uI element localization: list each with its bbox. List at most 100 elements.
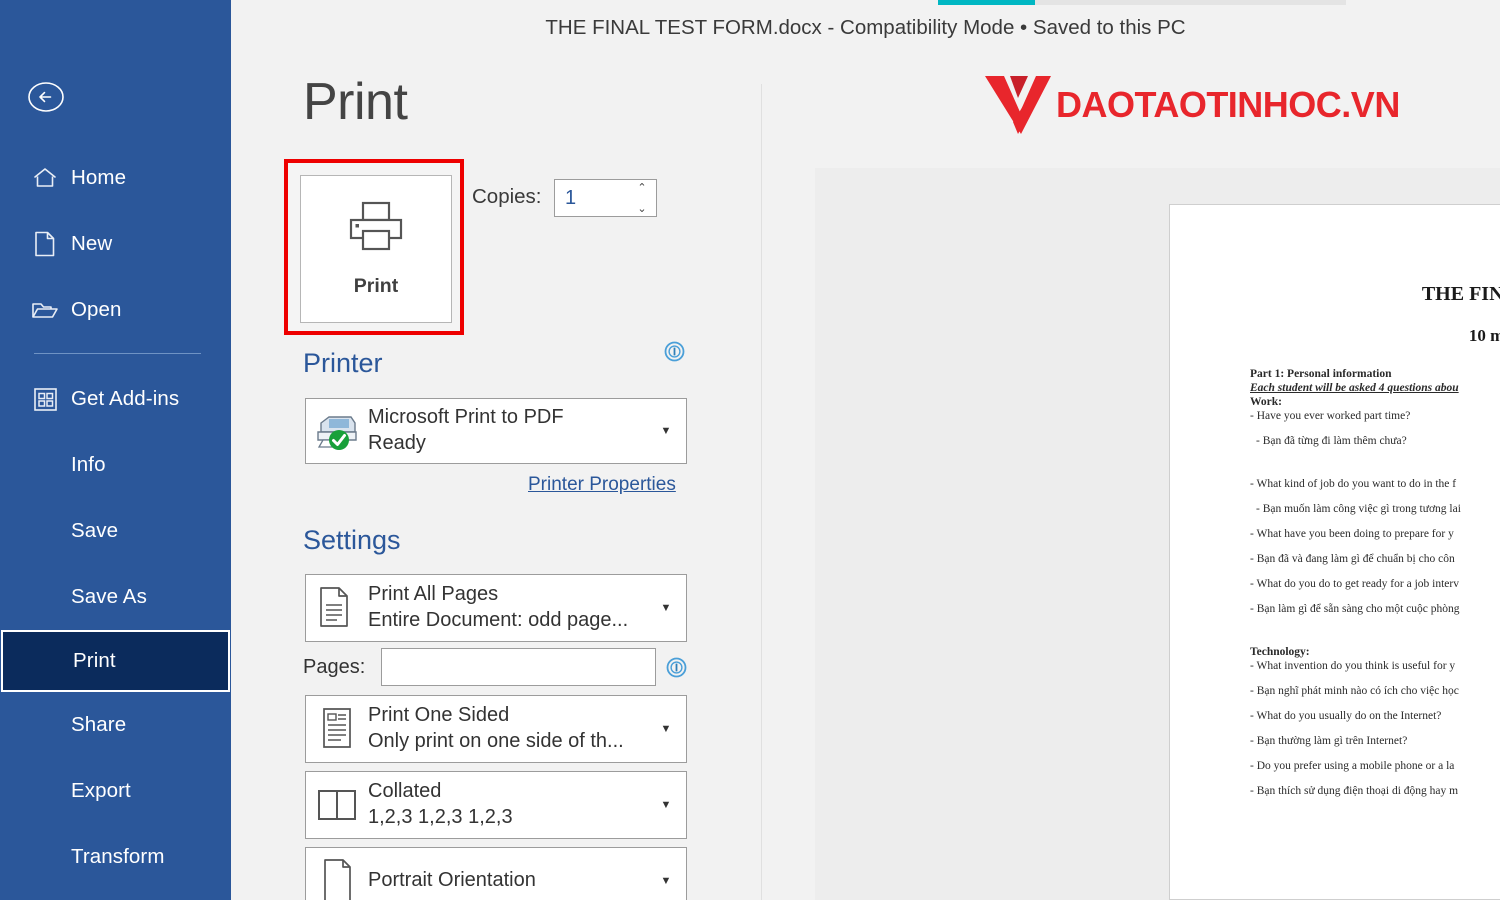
brand-text: DAOTAOTINHOC.VN xyxy=(1056,84,1400,125)
sidebar-item-save[interactable]: Save xyxy=(0,498,231,564)
chevron-down-icon[interactable]: ▼ xyxy=(646,875,686,887)
print-sides-sub: Only print on one side of th... xyxy=(368,730,624,752)
print-range-main: Print All Pages xyxy=(368,583,499,606)
copies-input[interactable] xyxy=(555,181,625,215)
copies-stepper[interactable]: ⌃ ⌄ xyxy=(554,179,657,217)
folder-icon xyxy=(30,295,60,325)
grid-icon xyxy=(30,384,60,414)
pages-label: Pages: xyxy=(303,656,366,678)
sidebar-item-get-add-ins[interactable]: Get Add-ins xyxy=(0,366,231,432)
doc-line: Technology: xyxy=(1250,646,1310,658)
print-sides-main: Print One Sided xyxy=(368,704,510,727)
sidebar: Home New Open Get Add-ins Info Save Save… xyxy=(0,0,231,900)
doc-heading-title: THE FINAL T xyxy=(1421,283,1500,305)
all-pages-icon xyxy=(306,585,368,631)
page-icon xyxy=(30,229,60,259)
doc-line: - Bạn thường làm gì trên Internet? xyxy=(1250,735,1408,747)
printer-name: Microsoft Print to PDF xyxy=(368,406,564,429)
orientation-select[interactable]: Portrait Orientation ▼ xyxy=(305,847,687,900)
brand-v-mark xyxy=(985,76,1051,134)
print-settings-panel: Print Print Copies: ⌃ ⌄ xyxy=(231,0,762,900)
orientation-text: Portrait Orientation xyxy=(368,868,646,894)
collation-sub: 1,2,3 1,2,3 1,2,3 xyxy=(368,806,513,828)
page-title: Print xyxy=(303,73,408,131)
print-button[interactable]: Print xyxy=(300,175,452,323)
print-range-sub: Entire Document: odd page... xyxy=(368,609,629,631)
printer-section-heading: Printer xyxy=(303,348,383,378)
portrait-icon xyxy=(306,857,368,900)
doc-line: Part 1: Personal information xyxy=(1250,368,1392,380)
sidebar-item-transform[interactable]: Transform xyxy=(0,824,231,890)
home-icon xyxy=(30,163,60,193)
sidebar-nav: Home New Open Get Add-ins Info Save Save… xyxy=(0,145,231,890)
brand-logo: DAOTAOTINHOC.VN xyxy=(982,72,1400,138)
print-button-label: Print xyxy=(353,275,399,297)
printer-info-icon[interactable] xyxy=(664,341,685,362)
doc-line: - Bạn muốn làm công việc gì trong tương … xyxy=(1256,503,1461,515)
document-preview-content: THE FINAL T 10 minute Part 1: Personal i… xyxy=(1170,205,1500,810)
sidebar-item-label: Share xyxy=(71,713,127,736)
doc-line: - Bạn đã và đang làm gì để chuẩn bị cho … xyxy=(1250,553,1455,565)
spinner-up-icon[interactable]: ⌃ xyxy=(635,183,649,194)
spinner-down-icon[interactable]: ⌄ xyxy=(635,204,649,215)
sidebar-item-label: Transform xyxy=(71,845,165,868)
sidebar-item-label: Print xyxy=(73,649,116,672)
doc-line: Each student will be asked 4 questions a… xyxy=(1250,382,1459,394)
back-arrow-icon[interactable] xyxy=(27,78,65,116)
chevron-down-icon[interactable]: ▼ xyxy=(646,723,686,735)
doc-line: - What kind of job do you want to do in … xyxy=(1250,478,1457,490)
sidebar-item-new[interactable]: New xyxy=(0,211,231,277)
chevron-down-icon[interactable]: ▼ xyxy=(646,425,686,437)
pages-input[interactable] xyxy=(381,648,656,686)
sidebar-item-label: Home xyxy=(71,166,127,189)
printer-status: Ready xyxy=(368,432,426,454)
sidebar-item-info[interactable]: Info xyxy=(0,432,231,498)
collation-main: Collated xyxy=(368,780,442,803)
settings-section-heading: Settings xyxy=(303,525,401,555)
collation-select[interactable]: Collated 1,2,3 1,2,3 1,2,3 ▼ xyxy=(305,771,687,839)
panel-divider xyxy=(761,84,762,900)
collation-text: Collated 1,2,3 1,2,3 1,2,3 xyxy=(368,779,646,830)
print-range-text: Print All Pages Entire Document: odd pag… xyxy=(368,582,646,633)
sidebar-item-open[interactable]: Open xyxy=(0,277,231,343)
sidebar-item-home[interactable]: Home xyxy=(0,145,231,211)
doc-line: - Have you ever worked part time? xyxy=(1250,410,1411,422)
save-progress-track xyxy=(938,0,1346,5)
sidebar-item-label: Get Add-ins xyxy=(71,387,180,410)
chevron-down-icon[interactable]: ▼ xyxy=(646,602,686,614)
doc-line: - What do you do to get ready for a job … xyxy=(1250,578,1459,590)
copies-spinner-arrows[interactable]: ⌃ ⌄ xyxy=(635,183,649,215)
sidebar-item-label: Info xyxy=(71,453,106,476)
printer-status-icon xyxy=(306,411,368,451)
sidebar-item-label: Save As xyxy=(71,585,147,608)
print-range-select[interactable]: Print All Pages Entire Document: odd pag… xyxy=(305,574,687,642)
doc-spacer xyxy=(1250,460,1500,478)
one-sided-icon xyxy=(306,706,368,752)
doc-line: Work: xyxy=(1250,396,1282,408)
chevron-down-icon[interactable]: ▼ xyxy=(646,799,686,811)
document-preview-page[interactable]: THE FINAL T 10 minute Part 1: Personal i… xyxy=(1169,204,1500,900)
pages-info-icon[interactable] xyxy=(666,657,687,678)
printer-properties-link[interactable]: Printer Properties xyxy=(528,474,676,496)
doc-line: - Bạn đã từng đi làm thêm chưa? xyxy=(1256,435,1407,447)
sidebar-item-label: Export xyxy=(71,779,131,802)
orientation-main: Portrait Orientation xyxy=(368,869,536,892)
doc-line: - Bạn làm gì để sẵn sàng cho một cuộc ph… xyxy=(1250,603,1460,615)
sidebar-item-label: Open xyxy=(71,298,122,321)
doc-heading-subtitle: 10 minute xyxy=(1468,326,1500,345)
doc-line: - What invention do you think is useful … xyxy=(1250,660,1456,672)
printer-select[interactable]: Microsoft Print to PDF Ready ▼ xyxy=(305,398,687,464)
sidebar-item-print[interactable]: Print xyxy=(1,630,230,692)
doc-line: - What do you usually do on the Internet… xyxy=(1250,710,1442,722)
doc-line: - Bạn thích sử dụng điện thoại di động h… xyxy=(1250,785,1459,797)
save-progress-fill xyxy=(938,0,1035,5)
print-sides-select[interactable]: Print One Sided Only print on one side o… xyxy=(305,695,687,763)
sidebar-item-share[interactable]: Share xyxy=(0,692,231,758)
copies-label: Copies: xyxy=(472,185,542,208)
doc-line: - What have you been doing to prepare fo… xyxy=(1250,528,1454,540)
printer-icon xyxy=(345,200,407,257)
print-sides-text: Print One Sided Only print on one side o… xyxy=(368,703,646,754)
doc-line: - Do you prefer using a mobile phone or … xyxy=(1250,760,1455,772)
sidebar-item-export[interactable]: Export xyxy=(0,758,231,824)
sidebar-item-save-as[interactable]: Save As xyxy=(0,564,231,630)
